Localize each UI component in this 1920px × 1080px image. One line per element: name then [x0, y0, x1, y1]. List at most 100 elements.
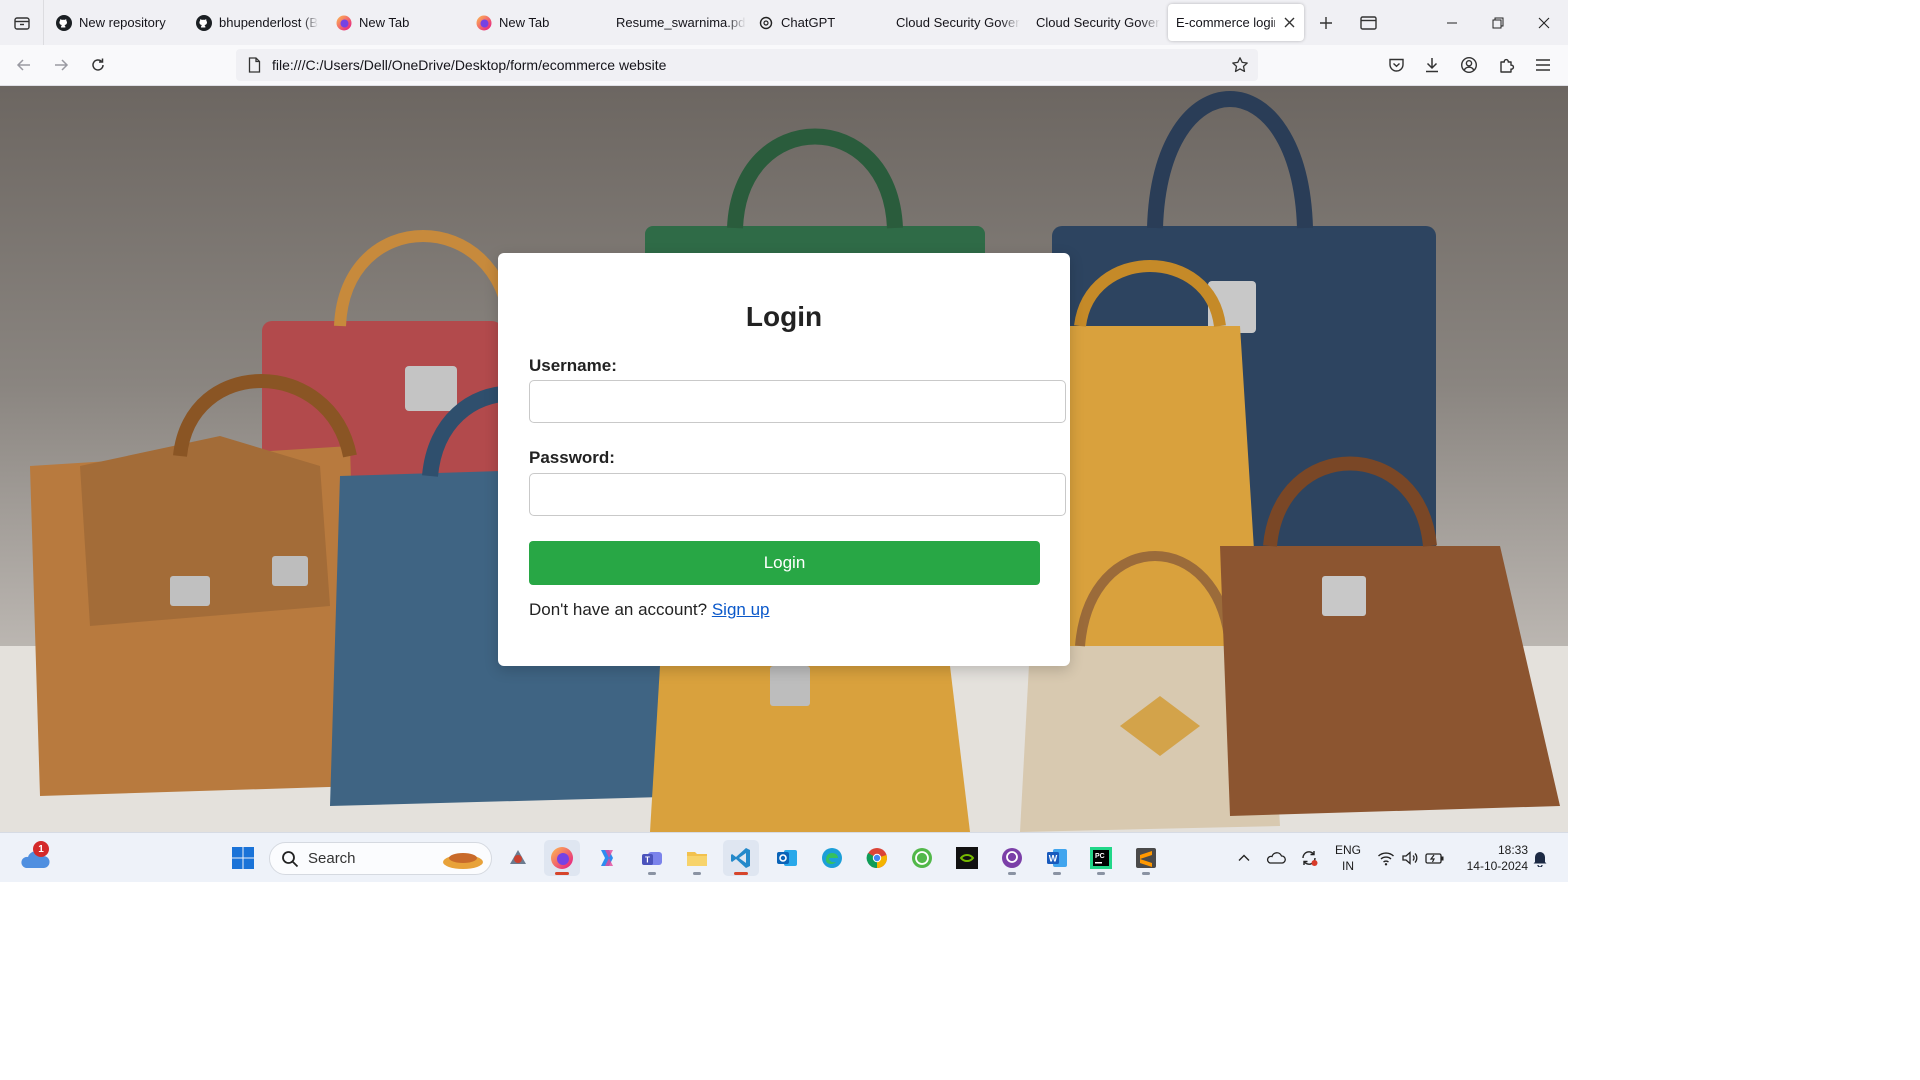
reload-button[interactable] [82, 49, 114, 81]
page-viewport: Login Username: Password: Login Don't ha… [0, 86, 1568, 832]
tab-title: E-commerce login [1176, 15, 1275, 30]
tab-title: Resume_swarnima.pdf [616, 15, 746, 30]
running-indicator [555, 872, 569, 875]
taskbar-firefox[interactable] [544, 840, 580, 876]
taskbar-copilot-app[interactable] [589, 840, 625, 876]
taskbar-pycharm[interactable]: PC [1083, 840, 1119, 876]
copilot-app-icon [601, 850, 613, 866]
url-text[interactable]: file:///C:/Users/Dell/OneDrive/Desktop/f… [270, 57, 1224, 73]
forward-button[interactable] [45, 49, 77, 81]
input-language-indicator[interactable]: ENG IN [1333, 842, 1363, 874]
firefox-view-button[interactable] [1350, 4, 1386, 41]
tab-new-tab-2[interactable]: New Tab [466, 4, 598, 41]
tab-resume-pdf[interactable]: Resume_swarnima.pdf [606, 4, 746, 41]
tab-chatgpt[interactable]: ChatGPT [748, 4, 880, 41]
sync-tray-button[interactable] [1297, 846, 1321, 870]
taskbar-nvidia[interactable] [949, 840, 985, 876]
volume-tray-button[interactable] [1398, 846, 1422, 870]
tab-cloud-security-1[interactable]: Cloud Security Governance [886, 4, 1020, 41]
start-button[interactable] [225, 840, 261, 876]
taskbar-copilot-icon[interactable] [500, 840, 536, 876]
username-input[interactable] [529, 380, 1066, 423]
tab-title: ChatGPT [781, 15, 836, 30]
taskbar-whatsapp[interactable] [904, 840, 940, 876]
tab-list-button[interactable] [0, 0, 44, 45]
chevron-up-icon [1238, 854, 1250, 861]
weather-widget[interactable]: 1 [18, 841, 52, 873]
tab-cloud-security-2[interactable]: Cloud Security Governance [1026, 4, 1160, 41]
taskbar-teams[interactable]: T [634, 840, 670, 876]
extensions-button[interactable] [1490, 49, 1522, 81]
account-icon [1460, 56, 1478, 74]
minimize-icon [1447, 22, 1457, 23]
app-menu-button[interactable] [1527, 49, 1559, 81]
restore-button[interactable] [1475, 0, 1521, 45]
login-button[interactable]: Login [529, 541, 1040, 585]
taskbar-chrome[interactable] [859, 840, 895, 876]
tab-ecommerce-login[interactable]: E-commerce login [1168, 4, 1304, 41]
close-window-button[interactable] [1521, 0, 1567, 45]
login-heading: Login [745, 301, 823, 332]
bookmark-star-icon[interactable] [1224, 49, 1256, 81]
firefox-icon [476, 15, 492, 31]
account-button[interactable] [1453, 49, 1485, 81]
taskbar-outlook[interactable] [769, 840, 805, 876]
taskbar-sublime-text[interactable] [1128, 840, 1164, 876]
firefox-icon [551, 847, 573, 869]
tab-new-tab-1[interactable]: New Tab [326, 4, 458, 41]
running-indicator [648, 872, 656, 875]
notification-badge: 1 [33, 841, 49, 857]
pocket-icon [1388, 58, 1404, 72]
close-icon [1538, 17, 1550, 28]
notifications-button[interactable] [1528, 846, 1552, 870]
address-bar[interactable]: file:///C:/Users/Dell/OneDrive/Desktop/f… [236, 49, 1258, 81]
tab-title: New repository [79, 15, 166, 30]
login-card: Login Username: Password: Login Don't ha… [498, 253, 1070, 666]
tab-title: Cloud Security Governance [1036, 15, 1160, 30]
reload-icon [92, 58, 104, 71]
copilot-icon [510, 850, 526, 864]
back-button[interactable] [8, 49, 40, 81]
pycharm-icon: PC [1090, 847, 1112, 869]
onedrive-tray-button[interactable] [1264, 846, 1288, 870]
restore-icon [1492, 17, 1504, 28]
sublime-text-icon [1136, 848, 1156, 868]
tab-new-repository[interactable]: New repository [46, 4, 178, 41]
signup-prompt-text: Don't have an account? [529, 600, 708, 619]
running-indicator [734, 872, 748, 875]
taskbar-word[interactable]: W [1039, 840, 1075, 876]
username-label: Username: [529, 356, 617, 375]
password-label: Password: [529, 448, 615, 467]
downloads-button[interactable] [1416, 49, 1448, 81]
svg-text:PC: PC [1095, 853, 1105, 860]
tab-title: New Tab [499, 15, 550, 30]
navigation-toolbar: file:///C:/Users/Dell/OneDrive/Desktop/f… [0, 45, 1568, 86]
running-indicator [1142, 872, 1150, 875]
battery-tray-button[interactable] [1423, 846, 1447, 870]
taskbar-github-desktop[interactable] [994, 840, 1030, 876]
new-tab-button[interactable] [1308, 4, 1344, 41]
close-tab-icon[interactable] [1283, 17, 1296, 28]
windows-logo-icon [232, 847, 254, 869]
language-code: ENG [1334, 843, 1361, 857]
taskbar-file-explorer[interactable] [679, 840, 715, 876]
region-code: IN [1342, 859, 1354, 873]
window-icon [1359, 15, 1377, 30]
password-input[interactable] [529, 473, 1066, 516]
taskbar-edge[interactable] [814, 840, 850, 876]
tab-github-profile[interactable]: bhupenderlost (Bhupender) [186, 4, 318, 41]
show-hidden-icons-button[interactable] [1232, 846, 1256, 870]
minimize-button[interactable] [1429, 0, 1475, 45]
signup-prompt-row: Don't have an account? Sign up [529, 600, 770, 620]
signup-link[interactable]: Sign up [712, 600, 770, 619]
svg-text:W: W [1049, 854, 1058, 864]
network-tray-button[interactable] [1374, 846, 1398, 870]
pocket-button[interactable] [1380, 49, 1412, 81]
clock-time: 18:33 [1497, 843, 1528, 857]
tab-title: New Tab [359, 15, 410, 30]
system-clock[interactable]: 18:33 14-10-2024 [1452, 842, 1528, 874]
taskbar-vscode[interactable] [723, 840, 759, 876]
taskbar-search[interactable]: Search [269, 842, 492, 875]
running-indicator [1053, 872, 1061, 875]
running-indicator [693, 872, 701, 875]
